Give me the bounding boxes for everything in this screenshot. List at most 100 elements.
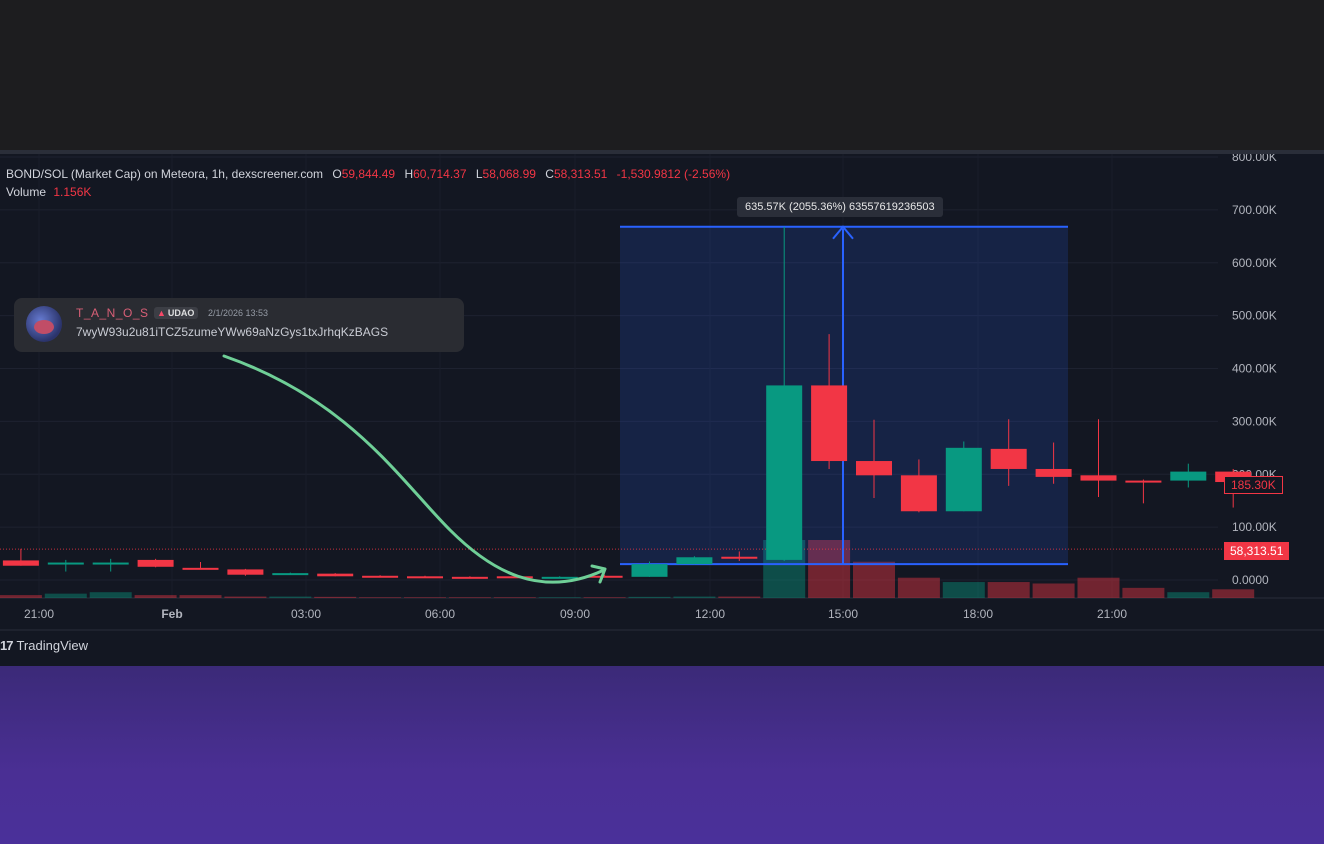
comment-note[interactable]: T_A_N_O_S ▲ UDAO 2/1/2026 13:53 7wyW93u2u… [14, 298, 464, 352]
candle-body [1125, 480, 1162, 483]
tradingview-name: TradingView [16, 638, 89, 653]
bottom-background [0, 666, 1324, 844]
y-tick-label: 100.00K [1232, 520, 1277, 534]
volume-bar [628, 596, 671, 598]
annotation-arrow-curve [222, 354, 606, 584]
high-value: 60,714.37 [413, 167, 467, 181]
open-value: 59,844.49 [341, 167, 396, 181]
volume-bar [942, 582, 985, 598]
volume-bar [404, 597, 446, 598]
change-value: -1,530.9812 (-2.56%) [616, 167, 731, 181]
note-message: 7wyW93u2u81iTCZ5zumeYWw69aNzGys1txJrhqKz… [76, 325, 389, 339]
volume-bar [1212, 589, 1255, 598]
candle-body [1080, 475, 1117, 481]
volume-bar [1032, 583, 1075, 598]
candle-body [1170, 471, 1207, 481]
volume-bar [718, 596, 761, 598]
y-tick-label: 600.00K [1232, 256, 1277, 270]
candle-body [721, 556, 758, 559]
candle-body [856, 461, 892, 476]
volume-bar [853, 561, 895, 598]
tradingview-mark-icon: 17 [0, 638, 14, 653]
badge-icon: ▲ [157, 308, 166, 318]
x-tick-label: 15:00 [828, 607, 858, 621]
badge-label: UDAO [167, 308, 195, 318]
last-price-tag: 58,313.51 [1224, 542, 1290, 560]
x-tick-label: 21:00 [24, 607, 54, 621]
candle-body [900, 475, 937, 512]
top-background [0, 0, 1324, 150]
note-badge: ▲ UDAO [154, 307, 199, 319]
volume-bar [987, 582, 1030, 598]
candle-body [407, 576, 443, 579]
x-tick-label: Feb [161, 607, 182, 621]
candle-body [317, 573, 354, 577]
current-price-tag: 185.30K [1224, 476, 1283, 494]
candle-body [990, 448, 1027, 469]
candle-body [92, 562, 129, 565]
x-tick-label: 12:00 [695, 607, 725, 621]
candle-body [631, 564, 668, 577]
volume-bar [89, 592, 132, 598]
chart-legend: BOND/SOL (Market Cap) on Meteora, 1h, de… [6, 165, 730, 201]
x-tick-label: 03:00 [291, 607, 321, 621]
candle-body [451, 576, 488, 579]
candle-body [2, 560, 39, 566]
volume-label: Volume [6, 185, 47, 199]
volume-bar [448, 597, 491, 598]
y-tick-label: 400.00K [1232, 362, 1277, 376]
volume-bar [359, 597, 402, 598]
volume-bar [583, 597, 626, 598]
y-tick-label: 700.00K [1232, 203, 1277, 217]
volume-bar [1167, 592, 1210, 598]
candle-body [541, 576, 578, 579]
low-value: 58,068.99 [482, 167, 536, 181]
volume-bar [0, 595, 42, 598]
candle-body [362, 575, 399, 578]
close-value: 58,313.51 [553, 167, 608, 181]
volume-bar [179, 595, 222, 598]
close-label: C [545, 167, 554, 181]
x-tick-label: 06:00 [425, 607, 455, 621]
volume-bar [44, 593, 87, 598]
candle-body [182, 567, 219, 570]
measure-label: 635.57K (2055.36%) 63557619236503 [737, 197, 943, 217]
note-date: 2/1/2026 13:53 [208, 308, 269, 318]
y-tick-label: 300.00K [1232, 414, 1277, 428]
low-label: L [475, 167, 483, 181]
x-tick-label: 09:00 [560, 607, 590, 621]
volume-bar [673, 596, 716, 598]
volume-bar [134, 595, 177, 598]
candle-body [811, 385, 848, 462]
volume-value: 1.156K [53, 185, 92, 199]
volume-bar [538, 597, 581, 598]
tradingview-logo[interactable]: 17 TradingView [0, 638, 88, 653]
y-tick-label: 0.0000 [1232, 573, 1269, 587]
volume-bar [1077, 577, 1120, 598]
candle-body [766, 385, 803, 560]
candlestick-chart[interactable]: 800.00K700.00K600.00K500.00K400.00K300.0… [0, 150, 1324, 666]
avatar [26, 306, 62, 342]
candle-body [272, 573, 309, 576]
chart-panel[interactable]: 800.00K 700.00K 600.00K 500.00K 400.00K 300.0… [0, 150, 1324, 666]
volume-bar [1122, 587, 1165, 598]
volume-bar [224, 596, 267, 598]
candle-body [137, 559, 174, 567]
volume-bar [493, 597, 536, 598]
pane-top-border [0, 150, 1324, 154]
y-tick-label: 500.00K [1232, 309, 1277, 323]
volume-bar [314, 596, 357, 598]
open-label: O [332, 167, 342, 181]
volume-bar [897, 577, 940, 598]
candle-body [676, 557, 713, 565]
symbol-title: BOND/SOL (Market Cap) on Meteora, 1h, de… [6, 167, 324, 181]
candle-body [227, 569, 264, 575]
x-tick-label: 21:00 [1097, 607, 1127, 621]
volume-bar [269, 596, 312, 598]
candle-body [47, 562, 84, 565]
candle-body [1035, 468, 1072, 477]
high-label: H [404, 167, 414, 181]
x-tick-label: 18:00 [963, 607, 993, 621]
candle-body [945, 447, 982, 512]
note-username: T_A_N_O_S [76, 306, 149, 320]
